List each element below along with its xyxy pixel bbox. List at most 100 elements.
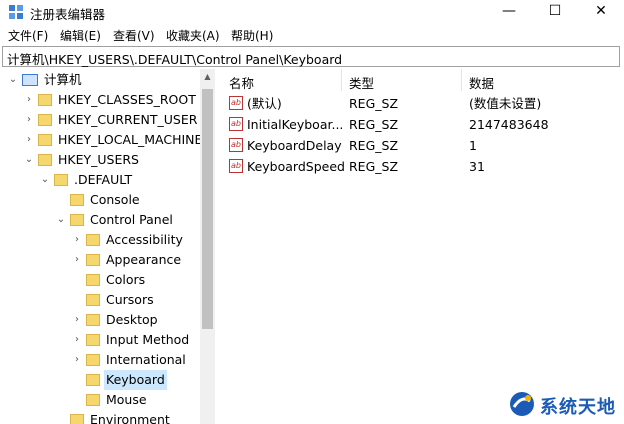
menu-favorites[interactable]: 收藏夹(A) bbox=[166, 27, 220, 44]
folder-icon bbox=[70, 194, 84, 206]
chevron-down-icon[interactable]: ⌄ bbox=[38, 170, 52, 190]
site-watermark: 系统天地 bbox=[508, 390, 618, 418]
tree-item-label: Mouse bbox=[106, 392, 147, 407]
tree-item[interactable]: › HKEY_CLASSES_ROOT bbox=[22, 90, 198, 110]
tree-item-label: Desktop bbox=[106, 312, 158, 327]
scroll-up-icon[interactable]: ▲ bbox=[200, 69, 215, 84]
value-type: REG_SZ bbox=[349, 96, 399, 111]
folder-icon bbox=[38, 154, 52, 166]
value-type: REG_SZ bbox=[349, 117, 399, 132]
folder-icon bbox=[86, 314, 100, 326]
value-row[interactable]: ab KeyboardSpeed REG_SZ 31 bbox=[221, 156, 624, 177]
tree-item-label: HKEY_LOCAL_MACHINE bbox=[58, 132, 203, 147]
watermark-text: 系统天地 bbox=[540, 397, 616, 418]
address-path[interactable]: 计算机\HKEY_USERS\.DEFAULT\Control Panel\Ke… bbox=[7, 49, 342, 68]
value-type: REG_SZ bbox=[349, 159, 399, 174]
chevron-right-icon[interactable]: › bbox=[70, 250, 84, 270]
menu-file[interactable]: 文件(F) bbox=[8, 27, 48, 44]
menu-bar: 文件(F) 编辑(E) 查看(V) 收藏夹(A) 帮助(H) bbox=[0, 25, 624, 45]
menu-edit[interactable]: 编辑(E) bbox=[60, 27, 101, 44]
tree-item[interactable]: › Desktop bbox=[70, 310, 160, 330]
value-row[interactable]: ab InitialKeyboar... REG_SZ 2147483648 bbox=[221, 114, 624, 135]
tree-item-label: HKEY_USERS bbox=[58, 152, 139, 167]
folder-icon bbox=[86, 394, 100, 406]
address-bar[interactable]: 计算机\HKEY_USERS\.DEFAULT\Control Panel\Ke… bbox=[2, 46, 620, 67]
maximize-button[interactable]: ☐ bbox=[532, 0, 578, 25]
tree-item[interactable]: ⌄ 计算机 bbox=[6, 70, 84, 90]
tree-item-label: Console bbox=[90, 192, 140, 207]
folder-icon bbox=[86, 254, 100, 266]
tree-item[interactable]: › Accessibility bbox=[70, 230, 185, 250]
tree-item-label: Colors bbox=[106, 272, 146, 287]
folder-icon bbox=[86, 234, 100, 246]
tree-item[interactable]: › Appearance bbox=[70, 250, 183, 270]
chevron-right-icon[interactable]: › bbox=[70, 330, 84, 350]
scrollbar-thumb[interactable] bbox=[202, 89, 213, 329]
chevron-down-icon[interactable]: ⌄ bbox=[22, 150, 36, 170]
chevron-right-icon[interactable]: › bbox=[22, 130, 36, 150]
watermark-logo-icon bbox=[510, 392, 534, 416]
string-value-icon: ab bbox=[229, 117, 243, 131]
chevron-right-icon[interactable]: › bbox=[70, 350, 84, 370]
tree-item[interactable]: › International bbox=[70, 350, 188, 370]
tree-item[interactable]: Environment bbox=[54, 410, 172, 424]
menu-view[interactable]: 查看(V) bbox=[113, 27, 155, 44]
value-row[interactable]: ab KeyboardDelay REG_SZ 1 bbox=[221, 135, 624, 156]
chevron-right-icon[interactable]: › bbox=[70, 230, 84, 250]
menu-help[interactable]: 帮助(H) bbox=[231, 27, 273, 44]
value-name: (默认) bbox=[247, 96, 282, 111]
folder-icon bbox=[70, 214, 84, 226]
tree-item[interactable]: Keyboard bbox=[70, 370, 167, 390]
chevron-down-icon[interactable]: ⌄ bbox=[6, 70, 20, 90]
tree-item[interactable]: Colors bbox=[70, 270, 147, 290]
tree-item-label: Control Panel bbox=[90, 212, 173, 227]
tree-item-label: Cursors bbox=[106, 292, 154, 307]
close-button[interactable]: ✕ bbox=[578, 0, 624, 25]
registry-editor-icon bbox=[9, 5, 23, 19]
folder-icon bbox=[54, 174, 68, 186]
tree-item[interactable]: ⌄ .DEFAULT bbox=[38, 170, 134, 190]
value-row[interactable]: ab (默认) REG_SZ (数值未设置) bbox=[221, 93, 624, 114]
tree-item-label: Environment bbox=[90, 412, 170, 424]
column-header-data[interactable]: 数据 bbox=[469, 73, 494, 92]
tree-item-label: HKEY_CLASSES_ROOT bbox=[58, 92, 196, 107]
tree-item-label: Appearance bbox=[106, 252, 182, 267]
tree-item-label: Input Method bbox=[106, 332, 190, 347]
tree-item[interactable]: Mouse bbox=[70, 390, 149, 410]
folder-icon bbox=[70, 414, 84, 424]
tree-item-label: International bbox=[106, 352, 186, 367]
tree-item[interactable]: › HKEY_LOCAL_MACHINE bbox=[22, 130, 204, 150]
folder-icon bbox=[86, 334, 100, 346]
tree-item[interactable]: › Input Method bbox=[70, 330, 191, 350]
value-data: (数值未设置) bbox=[469, 96, 542, 111]
tree-item[interactable]: ⌄ Control Panel bbox=[54, 210, 175, 230]
folder-icon bbox=[86, 294, 100, 306]
minimize-button[interactable]: — bbox=[486, 0, 532, 25]
chevron-right-icon[interactable]: › bbox=[70, 310, 84, 330]
column-divider[interactable] bbox=[461, 69, 462, 91]
folder-icon bbox=[38, 94, 52, 106]
folder-icon bbox=[86, 274, 100, 286]
tree-item[interactable]: Console bbox=[54, 190, 142, 210]
tree-item-label: 计算机 bbox=[44, 72, 82, 87]
column-header-type[interactable]: 类型 bbox=[349, 73, 374, 92]
value-data: 31 bbox=[469, 159, 485, 174]
column-divider[interactable] bbox=[341, 69, 342, 91]
chevron-right-icon[interactable]: › bbox=[22, 110, 36, 130]
string-value-icon: ab bbox=[229, 159, 243, 173]
folder-icon bbox=[38, 134, 52, 146]
value-list: 名称 类型 数据 ab (默认) REG_SZ (数值未设置) ab InitialKey… bbox=[221, 69, 624, 424]
folder-icon bbox=[38, 114, 52, 126]
value-name: InitialKeyboar... bbox=[247, 117, 344, 132]
column-header-name[interactable]: 名称 bbox=[229, 73, 254, 92]
value-data: 2147483648 bbox=[469, 117, 549, 132]
tree-scrollbar[interactable]: ▲ bbox=[200, 69, 215, 424]
tree-item[interactable]: ⌄ HKEY_USERS bbox=[22, 150, 141, 170]
chevron-down-icon[interactable]: ⌄ bbox=[54, 210, 68, 230]
tree-item-label: HKEY_CURRENT_USER bbox=[58, 112, 198, 127]
tree-item[interactable]: › HKEY_CURRENT_USER bbox=[22, 110, 199, 130]
tree-item-label: Accessibility bbox=[106, 232, 183, 247]
tree-item[interactable]: Cursors bbox=[70, 290, 156, 310]
chevron-right-icon[interactable]: › bbox=[22, 90, 36, 110]
string-value-icon: ab bbox=[229, 96, 243, 110]
